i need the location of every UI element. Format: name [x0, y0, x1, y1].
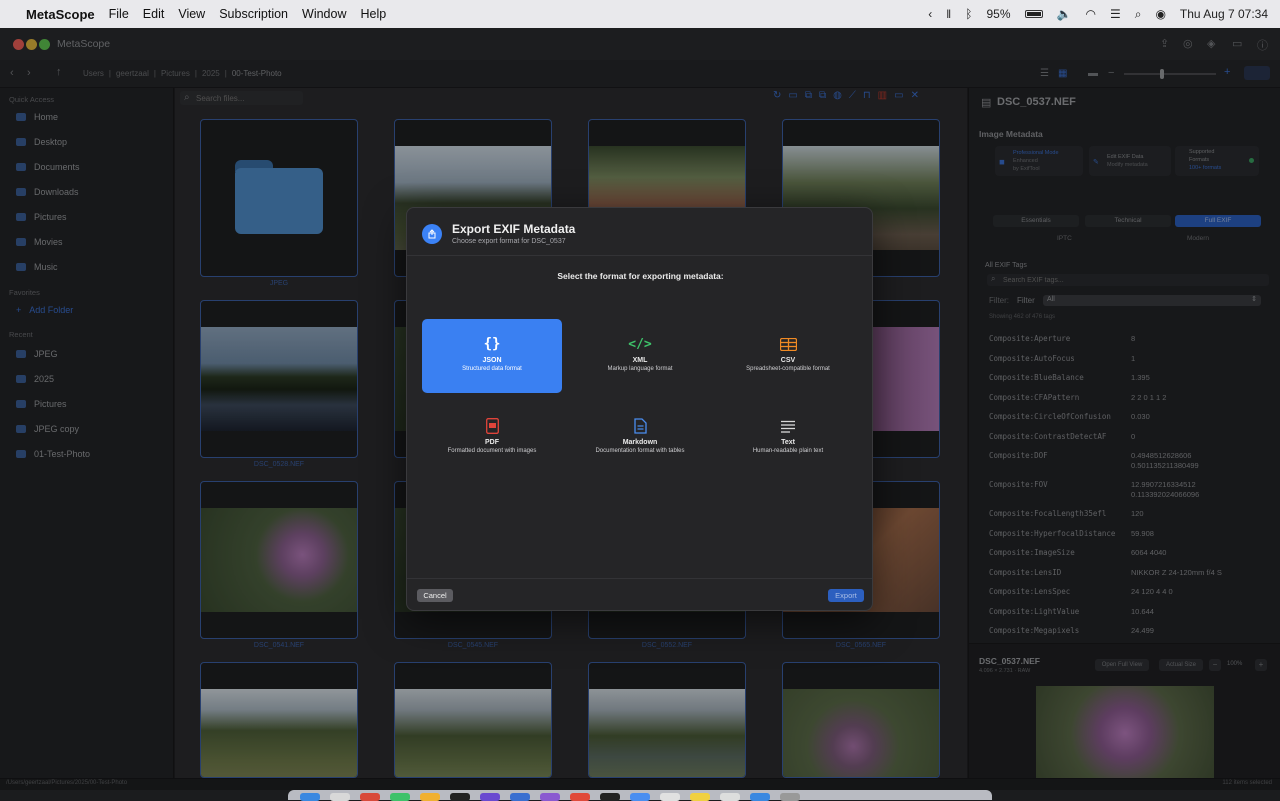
format-description: Markup language format	[607, 366, 673, 372]
format-description: Structured data format	[462, 366, 522, 372]
app-window: MetaScope ⇪ ◎ ◈ ▭ ⓘ ‹ › ↑ Users | geertza…	[0, 28, 1280, 790]
dock	[288, 790, 992, 801]
menu-subscription[interactable]: Subscription	[219, 7, 288, 21]
menu-view[interactable]: View	[178, 7, 205, 21]
format-option-pdf[interactable]: PDF Formatted document with images	[422, 401, 562, 475]
format-option-text[interactable]: Text Human-readable plain text	[718, 401, 858, 475]
braces-icon: {}	[483, 336, 501, 352]
search-icon[interactable]: ⌕	[1135, 7, 1142, 22]
export-button[interactable]: Export	[828, 589, 864, 602]
menu-window[interactable]: Window	[302, 7, 346, 21]
format-description: Spreadsheet-compatible format	[746, 366, 830, 372]
document-icon	[630, 417, 650, 435]
format-option-csv[interactable]: CSV Spreadsheet-compatible format	[718, 319, 858, 393]
format-option-markdown[interactable]: Markdown Documentation format with table…	[570, 401, 710, 475]
format-option-xml[interactable]: </> XML Markup language format	[570, 319, 710, 393]
format-name: PDF	[485, 439, 499, 446]
export-dialog: Export EXIF Metadata Choose export forma…	[406, 207, 873, 611]
format-option-json[interactable]: {} JSON Structured data format	[422, 319, 562, 393]
dialog-subtitle: Choose export format for DSC_0537	[452, 238, 566, 245]
status-pause-icon[interactable]: ‖	[946, 7, 951, 21]
control-center-icon[interactable]: ☰	[1110, 7, 1121, 21]
export-share-icon	[422, 224, 442, 244]
wifi-icon[interactable]: ◠	[1085, 7, 1095, 21]
user-icon[interactable]: ◉	[1155, 7, 1165, 21]
lines-icon	[778, 417, 798, 435]
table-icon	[778, 335, 798, 353]
battery-icon[interactable]	[1024, 10, 1043, 18]
cancel-button[interactable]: Cancel	[417, 589, 453, 602]
dialog-header: Export EXIF Metadata Choose export forma…	[407, 208, 872, 256]
format-name: CSV	[780, 357, 796, 364]
volume-icon[interactable]: 🔈	[1057, 7, 1072, 21]
format-name: XML	[632, 357, 648, 364]
pdf-icon	[482, 417, 502, 435]
dialog-title: Export EXIF Metadata	[452, 222, 576, 236]
code-icon: </>	[628, 336, 652, 352]
menu-edit[interactable]: Edit	[143, 7, 165, 21]
menu-help[interactable]: Help	[360, 7, 386, 21]
dialog-footer: Cancel Export	[407, 578, 872, 610]
menu-bar: MetaScope File Edit View Subscription Wi…	[0, 0, 1280, 28]
clock[interactable]: Thu Aug 7 07:34	[1180, 7, 1268, 21]
format-description: Formatted document with images	[447, 448, 537, 454]
format-description: Human-readable plain text	[752, 448, 824, 454]
menu-file[interactable]: File	[109, 7, 129, 21]
battery-percent: 95%	[986, 7, 1011, 21]
format-name: Markdown	[622, 439, 658, 446]
format-name: JSON	[482, 357, 502, 364]
format-description: Documentation format with tables	[595, 448, 685, 454]
status-chevron-icon[interactable]: ‹	[928, 7, 932, 21]
format-name: Text	[781, 439, 795, 446]
app-menu[interactable]: MetaScope	[26, 7, 95, 22]
bluetooth-icon[interactable]: ᛒ	[965, 7, 972, 21]
dialog-prompt: Select the format for exporting metadata…	[557, 271, 724, 281]
